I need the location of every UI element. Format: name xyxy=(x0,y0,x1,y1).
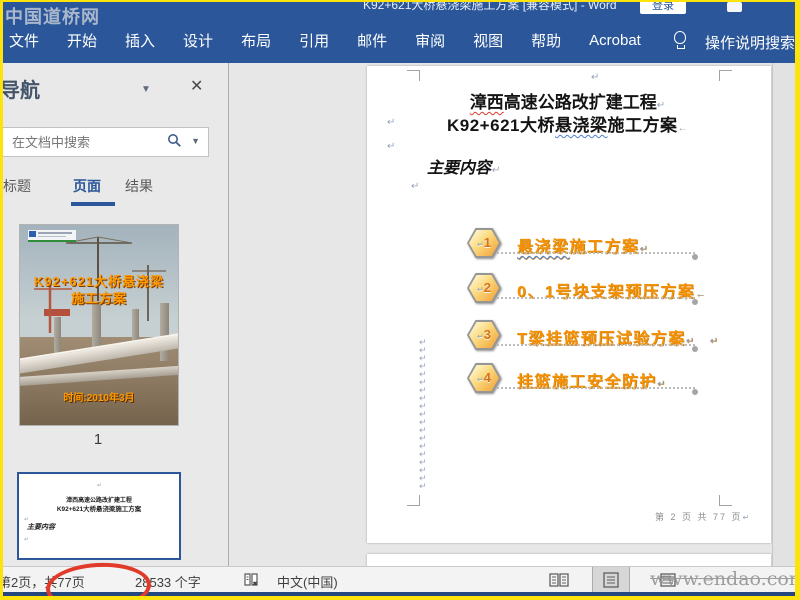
proofing-error-icon[interactable] xyxy=(243,571,260,588)
paragraph-mark: ↵ xyxy=(742,513,752,522)
search-input[interactable] xyxy=(10,128,164,156)
read-mode-icon xyxy=(549,573,569,587)
crop-mark xyxy=(407,495,420,506)
window-title: K92+621大桥悬浇梁施工方案 [兼容模式] - Word xyxy=(363,2,617,12)
paragraph-mark: ↵ xyxy=(97,483,103,489)
read-mode-button[interactable] xyxy=(543,567,575,593)
tab-home[interactable]: 开始 xyxy=(67,30,97,51)
hexagon-badge-3: ↵3 xyxy=(467,320,501,350)
paragraph-mark: ↵ xyxy=(491,165,500,176)
spellcheck-wavy-red: 漳西 xyxy=(469,93,504,112)
document-area: ↵ 漳西高速公路改扩建工程↵ K92+621大桥悬浇梁施工方案← ↵ ↵ 主要内… xyxy=(229,63,795,566)
document-page-2[interactable]: ↵ 漳西高速公路改扩建工程↵ K92+621大桥悬浇梁施工方案← ↵ ↵ 主要内… xyxy=(367,66,771,543)
thumb2-line2: K92+621大桥悬浇梁施工方案 xyxy=(56,506,142,513)
page-thumbnail-1[interactable]: K92+621大桥悬浇梁 施工方案 时间:2010年3月 xyxy=(19,224,179,426)
print-layout-button-selected[interactable] xyxy=(592,567,630,593)
vertical-scrollbar[interactable] xyxy=(772,63,795,566)
crop-mark xyxy=(719,495,732,506)
crop-mark xyxy=(719,70,732,81)
nav-tab-results[interactable]: 结果 xyxy=(125,176,153,196)
paragraph-mark: ↵ xyxy=(24,537,30,543)
search-options-caret-icon[interactable]: ▼ xyxy=(191,136,200,146)
grammar-wavy-blue: 悬浇梁 xyxy=(554,116,608,135)
thumbnail-1-page-number: 1 xyxy=(93,431,103,448)
cover-date: 时间:2010年3月 xyxy=(63,393,135,404)
search-icon[interactable] xyxy=(167,133,182,148)
close-icon[interactable]: ✕ xyxy=(190,76,203,96)
tab-view[interactable]: 视图 xyxy=(473,30,503,51)
dotted-rule xyxy=(497,297,695,299)
nav-tab-headings[interactable]: 标题 xyxy=(3,176,31,196)
section-heading: 主要内容↵ xyxy=(427,160,500,177)
paragraph-mark: ↵ xyxy=(419,481,427,491)
tab-layout[interactable]: 布局 xyxy=(241,30,271,51)
ribbon: 文件 开始 插入 设计 布局 引用 邮件 审阅 视图 帮助 Acrobat 操作… xyxy=(3,18,795,63)
tab-help[interactable]: 帮助 xyxy=(531,30,561,51)
chevron-down-icon[interactable]: ▼ xyxy=(141,84,151,95)
nav-tab-pages[interactable]: 页面 xyxy=(73,176,101,196)
dotted-rule xyxy=(497,387,695,389)
page-thumbnail-2-selected[interactable]: ↵ 漳西高速公路改扩建工程 K92+621大桥悬浇梁施工方案 ↵ 主要内容 ↵ xyxy=(17,472,181,560)
sign-in-button[interactable]: 登录 xyxy=(640,2,686,14)
paragraph-mark: ↵ xyxy=(387,117,396,128)
tab-design[interactable]: 设计 xyxy=(183,30,213,51)
tab-references[interactable]: 引用 xyxy=(299,30,329,51)
site-watermark-bottom: www.endao.com xyxy=(650,568,795,590)
navigation-pane-title: 导航 xyxy=(3,80,40,102)
paragraph-mark: ↵ xyxy=(411,181,420,192)
rule-end-dot xyxy=(692,346,698,352)
paragraph-mark: ↵ xyxy=(709,336,720,347)
hexagon-badge-4: ↵4 xyxy=(467,363,501,393)
lightbulb-icon xyxy=(674,31,688,49)
document-search-box[interactable]: ▼ xyxy=(3,127,209,157)
ribbon-tab-row: 文件 开始 插入 设计 布局 引用 邮件 审阅 视图 帮助 Acrobat xyxy=(9,18,641,63)
word-window: K92+621大桥悬浇梁施工方案 [兼容模式] - Word 登录 文件 开始 … xyxy=(3,2,795,596)
line-break-mark: ← xyxy=(677,123,688,134)
thumb2-line1: 漳西高速公路改扩建工程 xyxy=(66,497,132,504)
tell-me-search[interactable]: 操作说明搜索 xyxy=(705,32,795,53)
rule-end-dot xyxy=(692,299,698,305)
screenshot-yellow-frame: K92+621大桥悬浇梁施工方案 [兼容模式] - Word 登录 文件 开始 … xyxy=(0,0,800,600)
paragraph-mark: ↵ xyxy=(387,141,396,152)
tab-acrobat[interactable]: Acrobat xyxy=(589,32,641,49)
paragraph-mark: ↵ xyxy=(591,72,600,83)
navigation-pane: 导航 ▼ ✕ ▼ 标题 页面 结果 xyxy=(3,63,228,566)
thumb2-line3: 主要内容 xyxy=(27,524,55,531)
page-footer: 第 2 页 共 77 页↵ xyxy=(655,512,752,522)
empty-paragraph-column: ↵ ↵ ↵ ↵ ↵ ↵ ↵ ↵ ↵ ↵ ↵ ↵ ↵ ↵ ↵ ↵ ↵ ↵ ↵ xyxy=(419,338,433,491)
tab-review[interactable]: 审阅 xyxy=(415,30,445,51)
ribbon-options-button[interactable] xyxy=(727,2,742,12)
print-layout-icon xyxy=(603,572,619,588)
rule-end-dot xyxy=(692,389,698,395)
tab-mailings[interactable]: 邮件 xyxy=(357,30,387,51)
tab-file[interactable]: 文件 xyxy=(9,30,39,51)
crop-mark xyxy=(407,70,420,81)
cover-title-line2: 施工方案 xyxy=(70,291,127,306)
dotted-rule xyxy=(497,344,695,346)
doc-title-line1: 漳西高速公路改扩建工程↵ xyxy=(469,93,666,112)
paragraph-mark: ↵ xyxy=(656,100,666,111)
site-watermark-top: 中国道桥网 xyxy=(5,7,100,28)
dotted-rule xyxy=(497,252,695,254)
doc-title-line2: K92+621大桥悬浇梁施工方案← xyxy=(447,116,688,135)
cover-logo xyxy=(28,230,76,242)
active-tab-underline xyxy=(71,202,115,206)
hexagon-badge-1: ↵1 xyxy=(467,228,501,258)
hexagon-badge-2: ↵2 xyxy=(467,273,501,303)
status-language[interactable]: 中文(中国) xyxy=(277,572,338,591)
title-bar: K92+621大桥悬浇梁施工方案 [兼容模式] - Word 登录 xyxy=(3,2,795,18)
next-page-top[interactable] xyxy=(367,554,771,566)
line-break-mark: ← xyxy=(695,289,707,300)
tab-insert[interactable]: 插入 xyxy=(125,30,155,51)
rule-end-dot xyxy=(692,254,698,260)
